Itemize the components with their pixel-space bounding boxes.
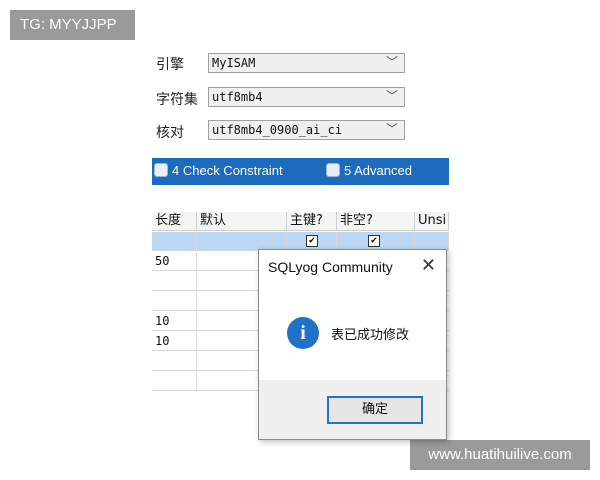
engine-select[interactable]: MyISAM ﹀ [208, 53, 405, 73]
collation-value: utf8mb4_0900_ai_ci [212, 123, 343, 137]
length-cell[interactable] [152, 292, 197, 311]
primary-key-checkbox[interactable]: ✔ [306, 235, 318, 247]
collation-select[interactable]: utf8mb4_0900_ai_ci ﹀ [208, 120, 405, 140]
chevron-down-icon: ﹀ [385, 55, 398, 69]
column-header-primary-key[interactable]: 主键? [287, 212, 337, 231]
charset-label: 字符集 [156, 92, 198, 108]
length-cell[interactable]: 10 [152, 332, 197, 351]
column-header-unsigned[interactable]: Unsi [415, 212, 449, 231]
dialog-message: 表已成功修改 [331, 328, 410, 343]
info-icon: i [287, 317, 319, 349]
chevron-down-icon: ﹀ [385, 89, 398, 103]
settings-icon [326, 163, 340, 177]
tab-label: 4 Check Constraint [172, 163, 283, 178]
tab-label: 5 Advanced [344, 163, 412, 178]
length-cell[interactable] [152, 352, 197, 371]
length-cell[interactable] [152, 372, 197, 391]
dialog-title: SQLyog Community [268, 259, 393, 275]
tab-check-constraint[interactable]: 4 Check Constraint [154, 163, 283, 178]
engine-value: MyISAM [212, 56, 256, 70]
not-null-checkbox[interactable]: ✔ [368, 235, 380, 247]
calendar-icon [154, 163, 168, 177]
collation-label: 核对 [156, 125, 184, 141]
column-header-not-null[interactable]: 非空? [337, 212, 415, 231]
chevron-down-icon: ﹀ [385, 122, 398, 136]
engine-label: 引擎 [156, 57, 184, 73]
tab-advanced[interactable]: 5 Advanced [326, 163, 412, 178]
success-dialog: SQLyog Community ✕ i 表已成功修改 确定 [258, 249, 447, 440]
length-cell[interactable] [152, 272, 197, 291]
charset-select[interactable]: utf8mb4 ﹀ [208, 87, 405, 107]
tab-bar: 4 Check Constraint 5 Advanced [152, 158, 449, 185]
charset-value: utf8mb4 [212, 90, 263, 104]
close-icon[interactable]: ✕ [421, 255, 436, 276]
ok-button[interactable]: 确定 [327, 396, 423, 424]
column-header-default[interactable]: 默认 [197, 212, 287, 231]
length-cell[interactable] [152, 232, 197, 251]
site-watermark: www.huatihuilive.com [410, 440, 590, 470]
tg-watermark: TG: MYYJJPP [10, 10, 135, 40]
column-header-length[interactable]: 长度 [152, 212, 197, 231]
length-cell[interactable]: 10 [152, 312, 197, 331]
length-cell[interactable]: 50 [152, 252, 197, 271]
